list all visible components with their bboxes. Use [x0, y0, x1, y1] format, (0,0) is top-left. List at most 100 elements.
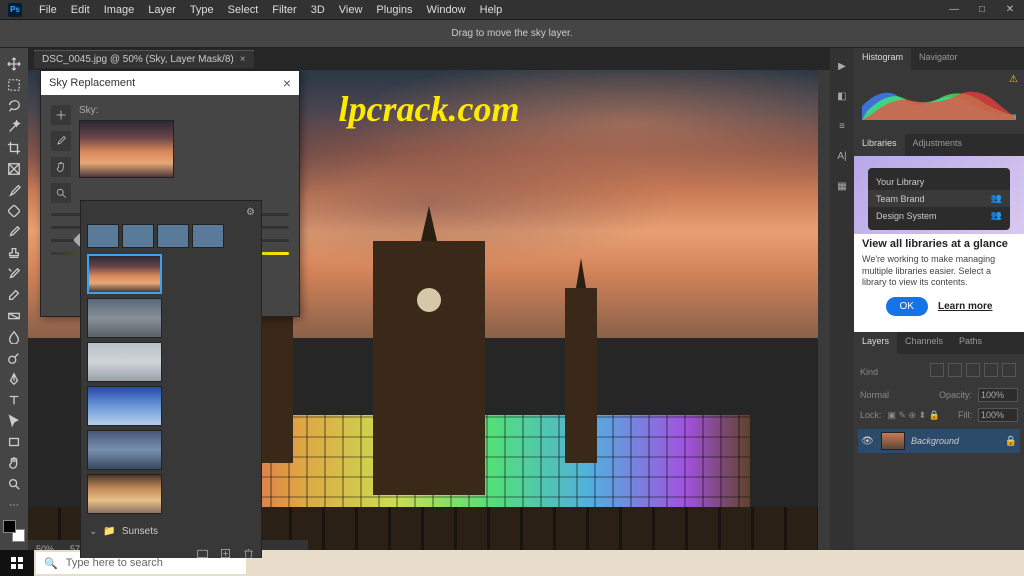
libraries-ok-button[interactable]: OK	[886, 297, 928, 316]
move-tool[interactable]	[3, 54, 25, 74]
lib-design-system[interactable]: Design System👥	[876, 207, 1002, 224]
lock-icon[interactable]: 🔒	[1005, 436, 1017, 447]
window-controls: — □ ✕	[940, 1, 1024, 19]
tab-histogram[interactable]: Histogram	[854, 48, 911, 70]
marquee-tool[interactable]	[3, 75, 25, 95]
visibility-icon[interactable]: 👁	[861, 436, 875, 447]
dock-color-icon[interactable]: ◧	[834, 88, 850, 104]
tab-libraries[interactable]: Libraries	[854, 134, 905, 156]
sky-zoom-tool[interactable]	[51, 183, 71, 203]
type-tool[interactable]	[3, 390, 25, 410]
blend-mode-select[interactable]: Normal	[860, 390, 889, 400]
sky-thumb-6[interactable]	[87, 474, 162, 514]
menu-type[interactable]: Type	[183, 2, 221, 18]
libraries-learn-more[interactable]: Learn more	[938, 301, 992, 312]
menu-filter[interactable]: Filter	[265, 2, 303, 18]
tab-navigator[interactable]: Navigator	[911, 48, 966, 70]
filter-pixel[interactable]	[930, 363, 944, 377]
filter-smart[interactable]	[1002, 363, 1016, 377]
hand-tool[interactable]	[3, 453, 25, 473]
lib-your-library[interactable]: Your Library	[876, 174, 1002, 190]
close-button[interactable]: ✕	[996, 1, 1024, 19]
color-swatches[interactable]	[3, 520, 25, 542]
tab-adjustments[interactable]: Adjustments	[905, 134, 971, 156]
new-folder-icon[interactable]	[196, 547, 209, 558]
lasso-tool[interactable]	[3, 96, 25, 116]
heal-tool[interactable]	[3, 201, 25, 221]
close-tab-icon[interactable]: ×	[240, 54, 246, 65]
sky-preview-thumb[interactable]	[79, 120, 174, 178]
blur-tool[interactable]	[3, 327, 25, 347]
gear-icon[interactable]: ⚙	[246, 207, 255, 218]
document-tab[interactable]: DSC_0045.jpg @ 50% (Sky, Layer Mask/8) ×	[34, 50, 254, 68]
sky-thumb-1[interactable]	[87, 254, 162, 294]
sky-move-tool[interactable]	[51, 105, 71, 125]
edit-toolbar[interactable]: ⋯	[3, 495, 25, 515]
minimize-button[interactable]: —	[940, 1, 968, 19]
menu-view[interactable]: View	[332, 2, 370, 18]
sky-thumb-5[interactable]	[87, 430, 162, 470]
eraser-tool[interactable]	[3, 285, 25, 305]
history-brush-tool[interactable]	[3, 264, 25, 284]
maximize-button[interactable]: □	[968, 1, 996, 19]
brush-tool[interactable]	[3, 222, 25, 242]
layer-name: Background	[911, 436, 959, 446]
foreground-swatch[interactable]	[3, 520, 16, 533]
sky-thumb-small-1[interactable]	[87, 224, 119, 248]
filter-shape[interactable]	[984, 363, 998, 377]
sky-brush-tool[interactable]	[51, 131, 71, 151]
stamp-tool[interactable]	[3, 243, 25, 263]
preset-folder[interactable]: ⌄ 📁 Sunsets	[87, 522, 255, 541]
document-tab-bar: DSC_0045.jpg @ 50% (Sky, Layer Mask/8) ×	[28, 48, 830, 70]
menu-plugins[interactable]: Plugins	[369, 2, 419, 18]
opacity-input[interactable]	[978, 388, 1018, 402]
tab-layers[interactable]: Layers	[854, 332, 897, 354]
tab-channels[interactable]: Channels	[897, 332, 951, 354]
sky-hand-tool[interactable]	[51, 157, 71, 177]
menu-file[interactable]: File	[32, 2, 64, 18]
start-button[interactable]	[0, 550, 34, 576]
dock-type-icon[interactable]: A|	[834, 148, 850, 164]
gradient-tool[interactable]	[3, 306, 25, 326]
wand-tool[interactable]	[3, 117, 25, 137]
sky-thumb-3[interactable]	[87, 342, 162, 382]
dodge-tool[interactable]	[3, 348, 25, 368]
menu-select[interactable]: Select	[221, 2, 266, 18]
eyedropper-tool[interactable]	[3, 180, 25, 200]
sky-thumb-2[interactable]	[87, 298, 162, 338]
tab-paths[interactable]: Paths	[951, 332, 990, 354]
menu-help[interactable]: Help	[473, 2, 510, 18]
menu-edit[interactable]: Edit	[64, 2, 97, 18]
dock-bars-icon[interactable]: ≡	[834, 118, 850, 134]
frame-tool[interactable]	[3, 159, 25, 179]
dock-swatch-icon[interactable]: ▦	[834, 178, 850, 194]
libraries-card: Your Library Team Brand👥 Design System👥	[868, 168, 1010, 230]
sky-thumb-small-4[interactable]	[192, 224, 224, 248]
warning-icon[interactable]: ⚠	[1009, 74, 1018, 85]
sky-thumb-4[interactable]	[87, 386, 162, 426]
path-select-tool[interactable]	[3, 411, 25, 431]
vertical-scrollbar[interactable]	[818, 70, 830, 558]
filter-type[interactable]	[966, 363, 980, 377]
sky-thumb-small-2[interactable]	[122, 224, 154, 248]
canvas[interactable]: lpcrack.com Sky Replacement × Sky:	[28, 70, 830, 558]
lock-icons[interactable]: ▣ ✎ ⊕ ⬍ 🔒	[888, 410, 940, 421]
menu-window[interactable]: Window	[420, 2, 473, 18]
sky-thumb-small-3[interactable]	[157, 224, 189, 248]
crop-tool[interactable]	[3, 138, 25, 158]
dialog-close-icon[interactable]: ×	[283, 75, 291, 91]
lib-team-brand[interactable]: Team Brand👥	[868, 190, 1010, 207]
fill-input[interactable]	[978, 408, 1018, 422]
layer-background[interactable]: 👁 Background 🔒	[858, 429, 1020, 453]
menu-image[interactable]: Image	[97, 2, 142, 18]
rectangle-tool[interactable]	[3, 432, 25, 452]
menu-3d[interactable]: 3D	[304, 2, 332, 18]
zoom-tool[interactable]	[3, 474, 25, 494]
filter-adjust[interactable]	[948, 363, 962, 377]
dock-play-icon[interactable]: ▶	[834, 58, 850, 74]
trash-icon[interactable]	[242, 547, 255, 558]
dialog-title-bar[interactable]: Sky Replacement ×	[41, 71, 299, 95]
menu-layer[interactable]: Layer	[141, 2, 183, 18]
pen-tool[interactable]	[3, 369, 25, 389]
new-preset-icon[interactable]	[219, 547, 232, 558]
